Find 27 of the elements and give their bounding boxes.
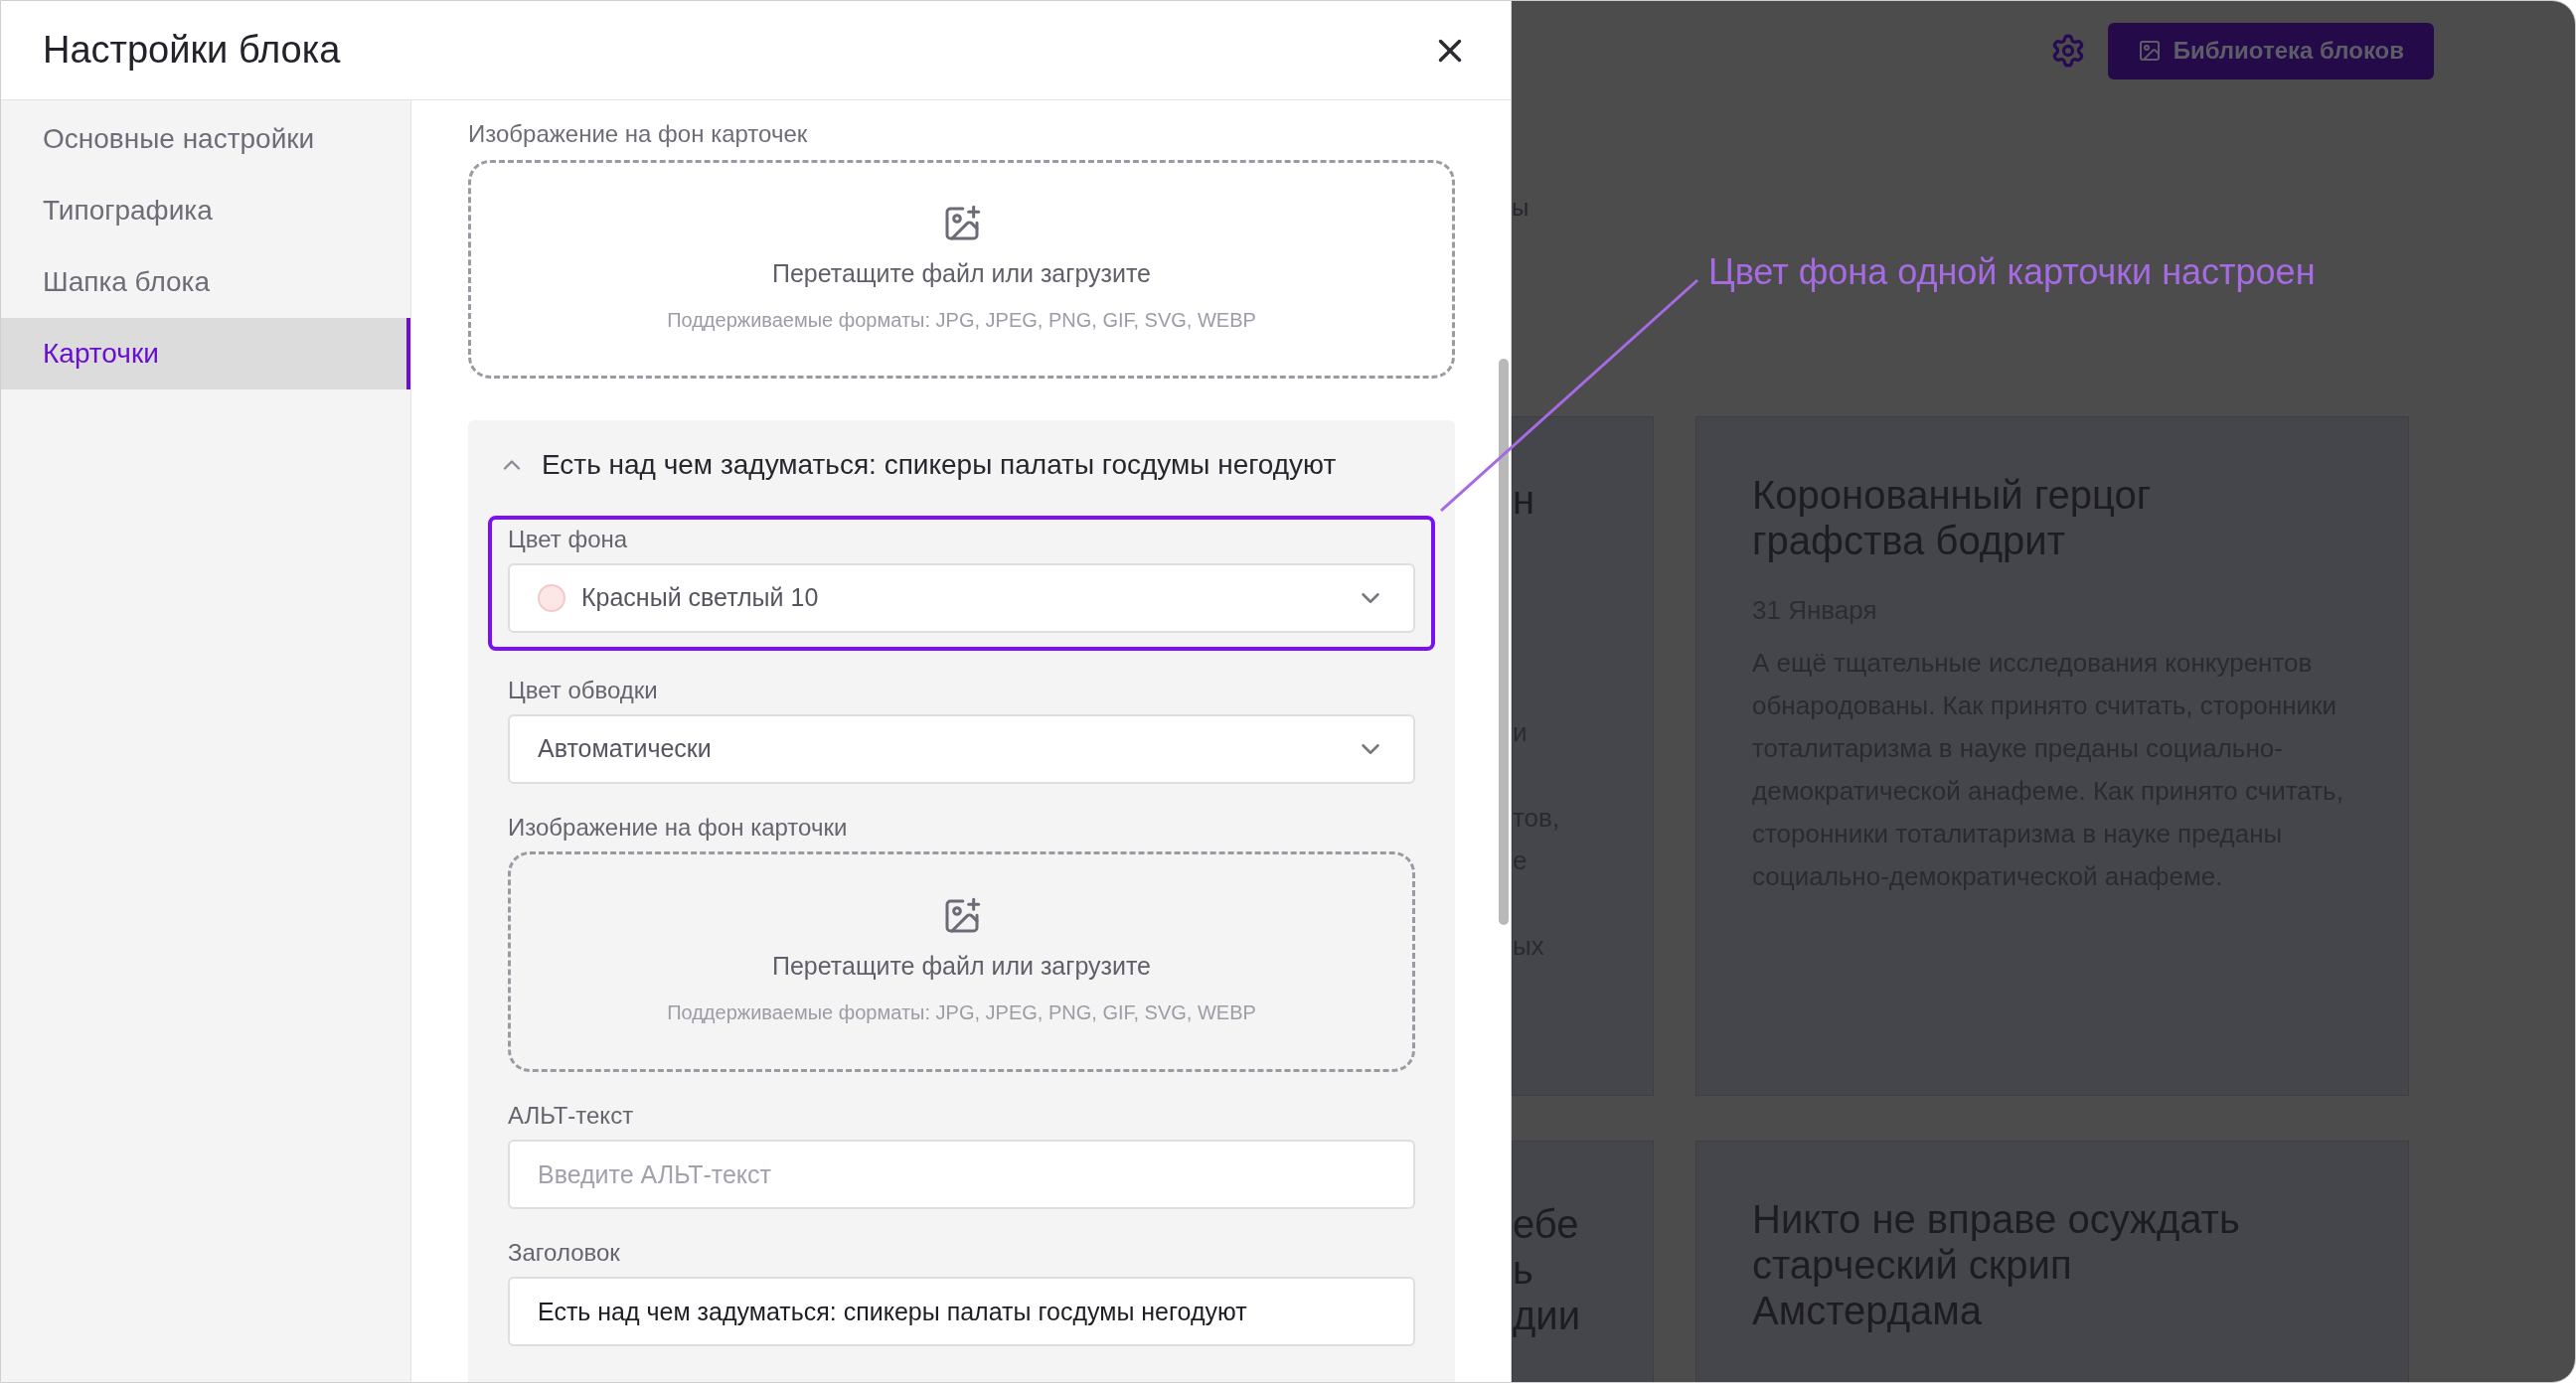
field-label: Цвет фона bbox=[508, 525, 629, 554]
image-icon bbox=[2137, 39, 2162, 63]
select-field[interactable]: Автоматически bbox=[508, 714, 1415, 784]
annotation-text: Цвет фона одной карточки настроен bbox=[1708, 250, 2316, 294]
field-label: Изображение на фон карточек bbox=[468, 119, 809, 149]
accordion-header[interactable]: Есть над чем задуматься: спикеры палаты госдумы негодуют bbox=[498, 444, 1415, 486]
dialog-title: Настройки блока bbox=[43, 28, 341, 73]
sidebar-item[interactable]: Основные настройки bbox=[1, 103, 410, 175]
upload-prompt: Перетащите файл или загрузите bbox=[772, 258, 1151, 290]
field-label: Изображение на фон карточки bbox=[508, 813, 849, 843]
text-field[interactable]: Есть над чем задуматься: спикеры палаты госдумы негодуют bbox=[508, 1277, 1415, 1346]
upload-formats: Поддерживаемые форматы: JPG, JPEG, PNG, GIF, SVG, WEBP bbox=[667, 999, 1256, 1025]
sidebar-item[interactable]: Типографика bbox=[1, 175, 410, 246]
field-label: Заголовок bbox=[508, 1238, 621, 1268]
select-field[interactable]: Красный светлый 10 bbox=[508, 563, 1415, 633]
accordion-title: Есть над чем задуматься: спикеры палаты госдумы негодуют bbox=[542, 448, 1337, 482]
upload-prompt: Перетащите файл или загрузите bbox=[772, 951, 1151, 983]
sidebar-item[interactable]: Шапка блока bbox=[1, 246, 410, 318]
select-value: Автоматически bbox=[538, 733, 713, 765]
select-value: Красный светлый 10 bbox=[581, 582, 820, 614]
upload-dropzone[interactable]: Перетащите файл или загрузите Поддерживаемые форматы: JPG, JPEG, PNG, GIF, SVG, WEBP bbox=[508, 851, 1415, 1072]
upload-formats: Поддерживаемые форматы: JPG, JPEG, PNG, GIF, SVG, WEBP bbox=[667, 307, 1256, 333]
sidebar-item[interactable]: Карточки bbox=[1, 318, 410, 389]
upload-dropzone[interactable]: Перетащите файл или загрузите Поддерживаемые форматы: JPG, JPEG, PNG, GIF, SVG, WEBP bbox=[468, 160, 1455, 379]
field-label: АЛЬТ-текст bbox=[508, 1101, 635, 1131]
field-label: Цвет обводки bbox=[508, 676, 659, 705]
text-field[interactable]: Введите АЛЬТ-текст bbox=[508, 1140, 1415, 1209]
